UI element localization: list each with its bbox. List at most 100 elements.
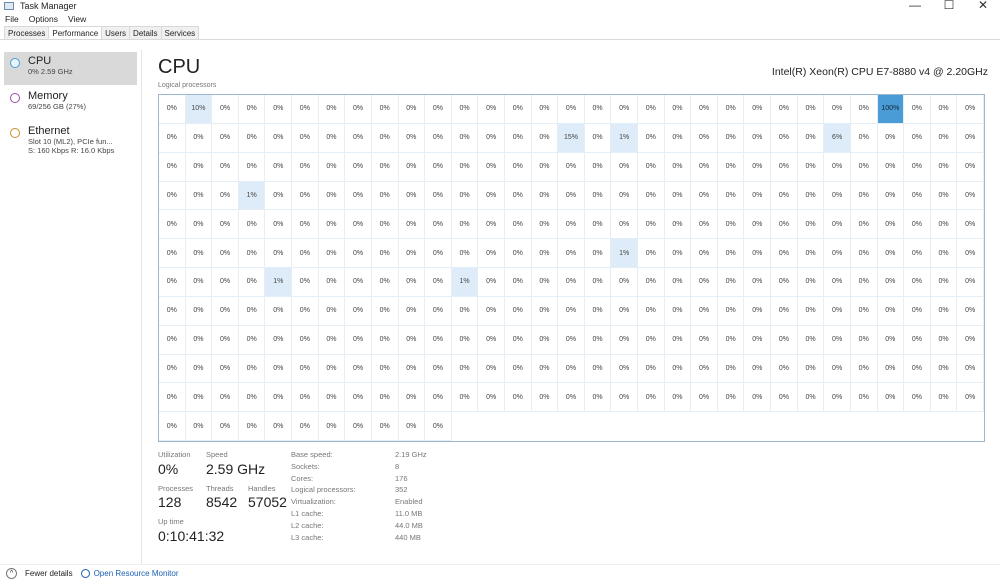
processor-cell: 0%: [345, 412, 372, 441]
ethernet-indicator-icon: [10, 128, 20, 138]
menu-view[interactable]: View: [68, 14, 86, 24]
processor-cell: 0%: [371, 268, 399, 297]
processor-cell: 0%: [238, 354, 266, 384]
processor-cell: 0%: [292, 412, 319, 441]
processor-cell: 0%: [238, 383, 266, 413]
processor-cell: 0%: [930, 383, 958, 413]
maximize-button[interactable]: ☐: [932, 0, 966, 12]
processor-cell: 0%: [504, 354, 532, 384]
processor-cell: 0%: [771, 354, 798, 384]
processor-cell: 0%: [531, 296, 559, 326]
processor-cell: 0%: [824, 354, 851, 384]
spec-key: Logical processors:: [291, 485, 356, 495]
processor-cell: 0%: [558, 239, 585, 268]
processor-cell: 0%: [797, 325, 825, 355]
processor-cell: 0%: [771, 296, 798, 326]
processor-cell: 0%: [185, 296, 213, 326]
tab-bar: Processes Performance Users Details Serv…: [0, 26, 1000, 40]
tab-services[interactable]: Services: [160, 26, 200, 39]
processor-cell: 0%: [558, 325, 585, 355]
tab-processes[interactable]: Processes: [4, 26, 50, 39]
processor-cell: 0%: [345, 123, 372, 153]
processor-cell: 0%: [877, 181, 905, 211]
processor-cell: 0%: [185, 412, 213, 441]
processor-cell: 0%: [930, 354, 958, 384]
processor-cell: 0%: [478, 383, 505, 413]
chevron-up-icon[interactable]: ^: [6, 568, 17, 579]
sidebar-item-memory[interactable]: Memory 69/256 GB (27%): [4, 87, 137, 120]
processor-cell: 0%: [771, 239, 798, 268]
processor-cell: 0%: [451, 181, 479, 211]
processor-cell: 0%: [904, 296, 931, 326]
close-button[interactable]: ✕: [966, 0, 1000, 12]
open-resource-monitor-link[interactable]: Open Resource Monitor: [94, 569, 179, 578]
processor-cell: 0%: [318, 354, 346, 384]
processor-cell: 0%: [904, 181, 931, 211]
processor-cell: 0%: [824, 239, 851, 268]
menu-options[interactable]: Options: [29, 14, 58, 24]
processor-cell: 0%: [212, 95, 239, 124]
tab-users[interactable]: Users: [101, 26, 131, 39]
processor-cell: 0%: [504, 123, 532, 153]
processor-cell: 0%: [292, 239, 319, 268]
processor-cell: 0%: [771, 325, 798, 355]
processor-cell: 0%: [212, 412, 239, 441]
processor-cell: 0%: [425, 325, 452, 355]
processor-cell: 0%: [850, 123, 878, 153]
processor-cell: 0%: [478, 325, 505, 355]
processor-cell: 0%: [292, 152, 319, 182]
cpu-indicator-icon: [10, 58, 20, 68]
processor-cell: 0%: [318, 268, 346, 297]
processor-cell: 0%: [957, 268, 984, 297]
processor-cell: 0%: [318, 296, 346, 326]
processor-cell: 15%: [558, 123, 585, 153]
processor-cell: 0%: [478, 152, 505, 182]
window-title: Task Manager: [20, 1, 77, 11]
processor-cell: 0%: [638, 239, 665, 268]
processor-cell: 0%: [638, 181, 665, 211]
processor-cell: 0%: [744, 354, 772, 384]
processor-cell: 0%: [558, 181, 585, 211]
uptime-value: 0:10:41:32: [158, 528, 225, 544]
processor-cell: 0%: [611, 268, 639, 297]
processor-cell: 0%: [425, 152, 452, 182]
processor-cell: 0%: [664, 152, 692, 182]
processor-cell: 0%: [531, 123, 559, 153]
processor-cell: 6%: [824, 123, 851, 153]
sidebar-item-ethernet[interactable]: Ethernet Slot 10 (ML2), PCIe fun... S: 1…: [4, 122, 137, 160]
processor-cell: 0%: [664, 383, 692, 413]
processor-cell: 0%: [159, 239, 186, 268]
spec-key: Cores:: [291, 473, 314, 483]
tab-performance[interactable]: Performance: [48, 26, 103, 39]
processor-cell: 0%: [531, 268, 559, 297]
processor-cell: 0%: [451, 354, 479, 384]
processor-cell: 0%: [797, 268, 825, 297]
sidebar-item-cpu[interactable]: CPU 0% 2.59 GHz: [4, 52, 137, 85]
spec-row: Logical processors: 352: [291, 485, 551, 494]
processor-cell: 0%: [478, 210, 505, 240]
tab-details[interactable]: Details: [129, 26, 162, 39]
minimize-button[interactable]: —: [898, 0, 932, 12]
processor-cell: 0%: [957, 210, 984, 240]
processor-cell: 0%: [371, 296, 399, 326]
processor-cell: 0%: [744, 181, 772, 211]
processor-cell: 0%: [664, 325, 692, 355]
threads-label: Threads: [206, 484, 234, 493]
processor-cell: 0%: [238, 123, 266, 153]
fewer-details-button[interactable]: Fewer details: [25, 569, 73, 578]
processor-cell: 0%: [558, 95, 585, 124]
processor-cell: 0%: [664, 95, 692, 124]
processor-cell: 0%: [478, 95, 505, 124]
processor-cell: 0%: [238, 239, 266, 268]
processor-cell: 0%: [771, 181, 798, 211]
processor-cell: 0%: [797, 181, 825, 211]
processor-cell: 0%: [451, 210, 479, 240]
processor-cell: 0%: [824, 95, 851, 124]
memory-indicator-icon: [10, 93, 20, 103]
processor-cell: 0%: [584, 296, 612, 326]
menu-file[interactable]: File: [5, 14, 19, 24]
processor-cell: 0%: [957, 325, 984, 355]
processor-cell: 0%: [531, 181, 559, 211]
processor-cell: 0%: [185, 354, 213, 384]
processor-cell: 0%: [265, 354, 293, 384]
